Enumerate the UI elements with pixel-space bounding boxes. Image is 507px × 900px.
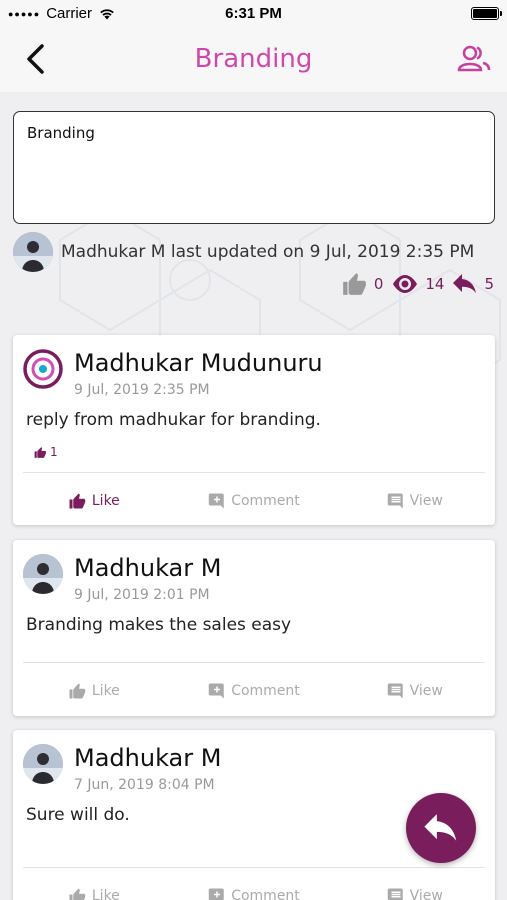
likes-count: 0 [373,275,384,293]
users-icon [457,45,491,72]
like-label: Like [91,493,120,509]
post-text: reply from madhukar for branding. [26,410,321,430]
page-title: Branding [0,44,507,74]
topic-description: Branding [13,111,495,224]
topic-stats: 0 14 5 [340,271,494,297]
replies-count: 5 [484,275,494,293]
reply-icon [424,814,457,841]
post-card: Madhukar Mudunuru 9 Jul, 2019 2:35 PM re… [13,335,495,525]
add-comment-icon [208,683,224,699]
post-actions: Like Comment View [13,665,495,717]
thumbs-up-icon [69,683,86,699]
post-author-avatar [23,554,63,594]
post-author: Madhukar M [74,554,222,582]
view-label: View [409,683,443,699]
status-bar: ●●●●● Carrier 6:31 PM [0,0,507,28]
views-stat: 14 [391,274,444,294]
avatar [23,554,63,594]
comment-label: Comment [231,888,300,900]
divider [23,662,485,663]
post-card: Madhukar M 9 Jul, 2019 2:01 PM Branding … [13,540,495,716]
comment-label: Comment [231,493,300,509]
post-author-avatar [23,349,63,389]
brand-logo-icon [23,349,63,389]
divider [23,472,485,473]
like-button[interactable]: Like [13,665,174,717]
comment-button[interactable]: Comment [174,870,335,900]
divider [23,867,485,868]
avatar [13,232,53,272]
post-author: Madhukar M [74,744,222,772]
like-count-value: 1 [50,445,58,459]
thumbs-up-icon [69,493,86,509]
post-date: 9 Jul, 2019 2:01 PM [74,587,210,603]
message-icon [387,493,403,509]
status-time: 6:31 PM [225,5,282,22]
add-comment-icon [208,888,224,900]
topic-meta: Madhukar M last updated on 9 Jul, 2019 2… [13,231,495,273]
avatar [23,744,63,784]
post-date: 7 Jun, 2019 8:04 PM [74,777,215,793]
post-actions: Like Comment View [13,870,495,900]
like-button[interactable]: Like [13,870,174,900]
post-actions: Like Comment View [13,475,495,527]
views-count: 14 [425,275,445,293]
members-button[interactable] [457,44,491,74]
comment-button[interactable]: Comment [174,665,335,717]
post-text: Sure will do. [26,805,130,825]
reply-icon [453,274,477,294]
post-author-avatar [23,744,63,784]
post-date: 9 Jul, 2019 2:35 PM [74,382,210,398]
post-like-count: 1 [33,445,58,459]
message-icon [387,683,403,699]
view-button[interactable]: View [334,665,495,717]
last-updated-text: Madhukar M last updated on 9 Jul, 2019 2… [61,242,475,262]
like-label: Like [91,888,120,900]
view-button[interactable]: View [334,475,495,527]
post-author: Madhukar Mudunuru [74,349,323,377]
message-icon [387,888,403,900]
replies-stat: 5 [452,274,494,294]
view-label: View [409,493,443,509]
thumbs-up-icon [69,888,86,900]
view-button[interactable]: View [334,870,495,900]
add-comment-icon [208,493,224,509]
reply-fab-button[interactable] [406,793,476,863]
view-label: View [409,888,443,900]
likes-stat[interactable]: 0 [340,271,384,297]
comment-label: Comment [231,683,300,699]
eye-icon [393,275,418,293]
like-label: Like [91,683,120,699]
thumbs-up-icon [34,446,46,458]
comment-button[interactable]: Comment [174,475,335,527]
like-button[interactable]: Like [13,475,174,527]
navigation-bar: Branding [0,28,507,92]
thumbs-up-icon [342,273,366,295]
post-text: Branding makes the sales easy [26,615,292,635]
battery-icon [471,7,502,20]
